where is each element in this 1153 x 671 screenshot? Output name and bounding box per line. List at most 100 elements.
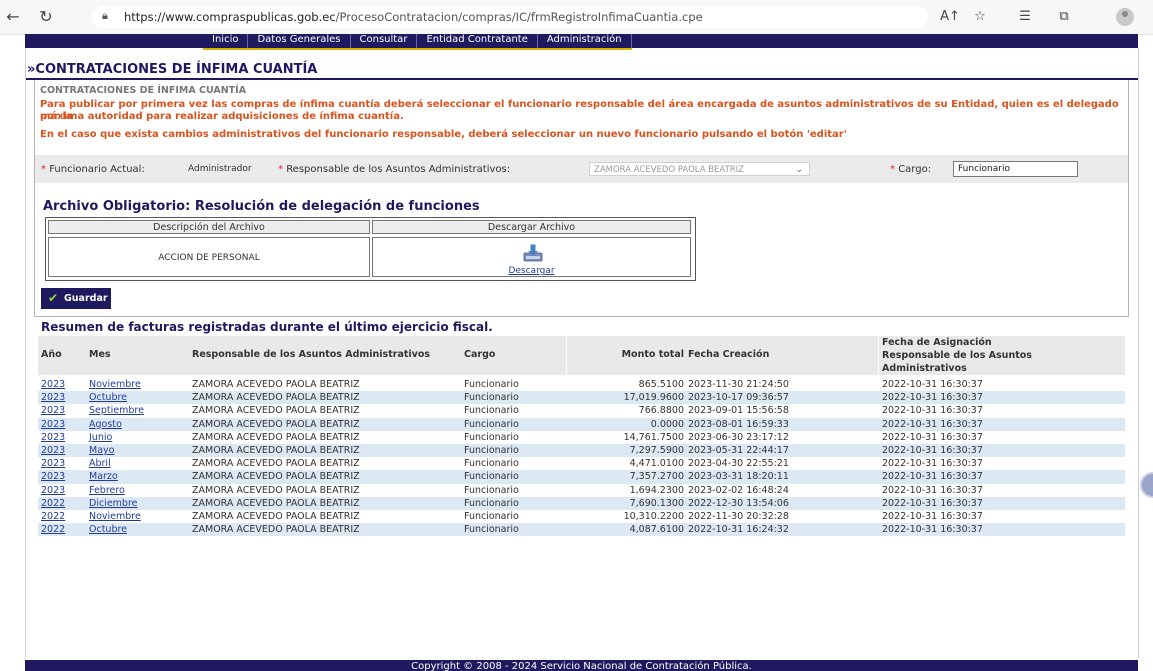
cargo-cell: Funcionario [464,524,519,536]
col-mes: Mes [89,349,111,360]
month-link-cell: Noviembre [89,510,141,523]
favorites-icon[interactable]: ☰ [1015,8,1035,26]
col-fecha-asignacion: Fecha de Asignación [882,337,992,348]
favorite-add-icon[interactable]: ☆ [970,8,990,26]
cargo-cell: Funcionario [464,379,519,390]
year-link[interactable]: 2022 [41,498,65,509]
reload-icon[interactable]: ↻ [37,8,55,26]
required-mark: * [41,164,46,175]
fecha-creacion-cell: 2022-10-31 16:24:32 [688,524,789,536]
back-arrow-icon[interactable]: ← [4,8,22,26]
month-link[interactable]: Febrero [89,485,125,496]
cargo-cell: Funcionario [464,484,519,496]
year-link[interactable]: 2023 [41,485,65,496]
table-row: 2023 Abril ZAMORA ACEVEDO PAOLA BEATRIZ Fun… [38,457,1125,470]
chevron-down-icon: ⌄ [795,165,803,175]
month-link[interactable]: Septiembre [89,405,144,416]
responsable-cell: ZAMORA ACEVEDO PAOLA BEATRIZ [192,431,360,443]
month-link[interactable]: Noviembre [89,511,141,522]
menu-consultar[interactable]: Consultar [351,34,418,48]
year-link[interactable]: 2023 [41,405,65,416]
month-link-cell: Junio [89,431,112,444]
month-link[interactable]: Junio [89,432,112,443]
year-link[interactable]: 2022 [41,511,65,522]
registration-panel: CONTRATACIONES DE ÍNFIMA CUANTÍA Para pu… [34,80,1129,317]
cargo-cell: Funcionario [464,418,519,430]
monto-cell: 4,471.0100 [629,458,684,470]
address-bar[interactable]: 🔒︎ https://www.compraspublicas.gob.ec/Pr… [92,6,928,28]
menu-administracion[interactable]: Administración [538,34,632,48]
fecha-asignacion-cell: 2022-10-31 16:30:37 [882,379,983,390]
monto-cell: 7,690.1300 [629,497,684,509]
responsable-cell: ZAMORA ACEVEDO PAOLA BEATRIZ [192,405,360,417]
year-link[interactable]: 2023 [41,458,65,469]
menu-datos-generales[interactable]: Datos Generales [248,34,351,48]
col-fecha-asignacion: Administrativos [882,363,967,374]
cargo-cell: Funcionario [464,405,519,417]
month-link-cell: Febrero [89,484,125,497]
responsable-cell: ZAMORA ACEVEDO PAOLA BEATRIZ [192,471,360,483]
year-link-cell: 2023 [41,418,65,431]
year-link[interactable]: 2023 [41,392,65,403]
month-link[interactable]: Octubre [89,392,127,403]
responsable-cell: ZAMORA ACEVEDO PAOLA BEATRIZ [192,418,360,430]
year-link[interactable]: 2023 [41,445,65,456]
monto-cell: 1,694.2300 [629,484,684,496]
month-link[interactable]: Octubre [89,524,127,535]
menu-entidad-contratante[interactable]: Entidad Contratante [417,34,538,48]
fecha-creacion-cell: 2023-02-02 16:48:24 [688,484,789,496]
file-col-description: Descripción del Archivo [48,220,370,234]
year-link[interactable]: 2023 [41,471,65,482]
fecha-asignacion-cell: 2022-10-31 16:30:37 [882,471,983,483]
page-title: »CONTRATACIONES DE ÍNFIMA CUANTÍA [27,62,318,77]
funcionario-label: * Funcionario Actual: [41,164,145,175]
download-link[interactable]: Descargar [373,266,690,276]
cargo-cell: Funcionario [464,431,519,443]
col-anio: Año [41,349,62,360]
month-link[interactable]: Diciembre [89,498,138,509]
responsible-form-row: * Funcionario Actual: Administrador * Re… [35,155,1128,183]
month-link[interactable]: Agosto [89,419,122,430]
checkmark-icon: ✔ [48,291,59,305]
responsable-select[interactable]: ZAMORA ACEVEDO PAOLA BEATRIZ ⌄ [589,162,810,176]
cargo-input[interactable]: Funcionario [953,161,1078,177]
year-link[interactable]: 2023 [41,432,65,443]
monto-cell: 17,019.9600 [623,392,684,404]
cargo-label-text: Cargo: [898,164,932,175]
month-link-cell: Abril [89,457,111,470]
monto-cell: 10,310.2200 [623,510,684,522]
month-link[interactable]: Marzo [89,471,118,482]
fecha-creacion-cell: 2023-06-30 23:17:12 [688,431,789,443]
year-link-cell: 2023 [41,457,65,470]
col-monto: Monto total [621,349,684,360]
table-row: 2023 Mayo ZAMORA ACEVEDO PAOLA BEATRIZ Func… [38,443,1125,458]
table-row: 2022 Noviembre ZAMORA ACEVEDO PAOLA BEATRI… [38,510,1125,523]
fecha-creacion-cell: 2023-11-30 21:24:50 [688,379,789,390]
responsable-cell: ZAMORA ACEVEDO PAOLA BEATRIZ [192,524,360,536]
profile-avatar-icon[interactable] [1116,8,1134,26]
read-aloud-icon[interactable]: A↑ [940,8,960,26]
year-link[interactable]: 2023 [41,419,65,430]
year-link[interactable]: 2023 [41,379,65,390]
month-link[interactable]: Abril [89,458,111,469]
lock-icon[interactable]: 🔒︎ [102,9,108,23]
file-desc-cell: ACCION DE PERSONAL [48,237,370,277]
month-link[interactable]: Noviembre [89,379,141,390]
menu-inicio[interactable]: Inicio [203,34,249,48]
collections-icon[interactable]: ⧉ [1054,8,1074,26]
fecha-asignacion-cell: 2022-10-31 16:30:37 [882,497,983,509]
download-icon[interactable] [523,244,543,262]
save-button[interactable]: ✔ Guardar [41,288,111,309]
month-link-cell: Marzo [89,470,118,483]
file-col-download: Descargar Archivo [372,220,691,234]
month-link[interactable]: Mayo [89,445,114,456]
fecha-asignacion-cell: 2022-10-31 16:30:37 [882,405,983,417]
assistant-widget-icon[interactable] [1140,472,1153,498]
browser-toolbar: ← ↻ 🔒︎ https://www.compraspublicas.gob.e… [0,0,1153,35]
responsable-label: * Responsable de los Asuntos Administrat… [278,164,510,175]
year-link[interactable]: 2022 [41,524,65,535]
url-text[interactable]: https://www.compraspublicas.gob.ec/Proce… [124,10,703,24]
month-link-cell: Diciembre [89,497,138,510]
monto-cell: 7,297.5900 [629,444,684,456]
monto-cell: 0.0000 [650,418,684,430]
